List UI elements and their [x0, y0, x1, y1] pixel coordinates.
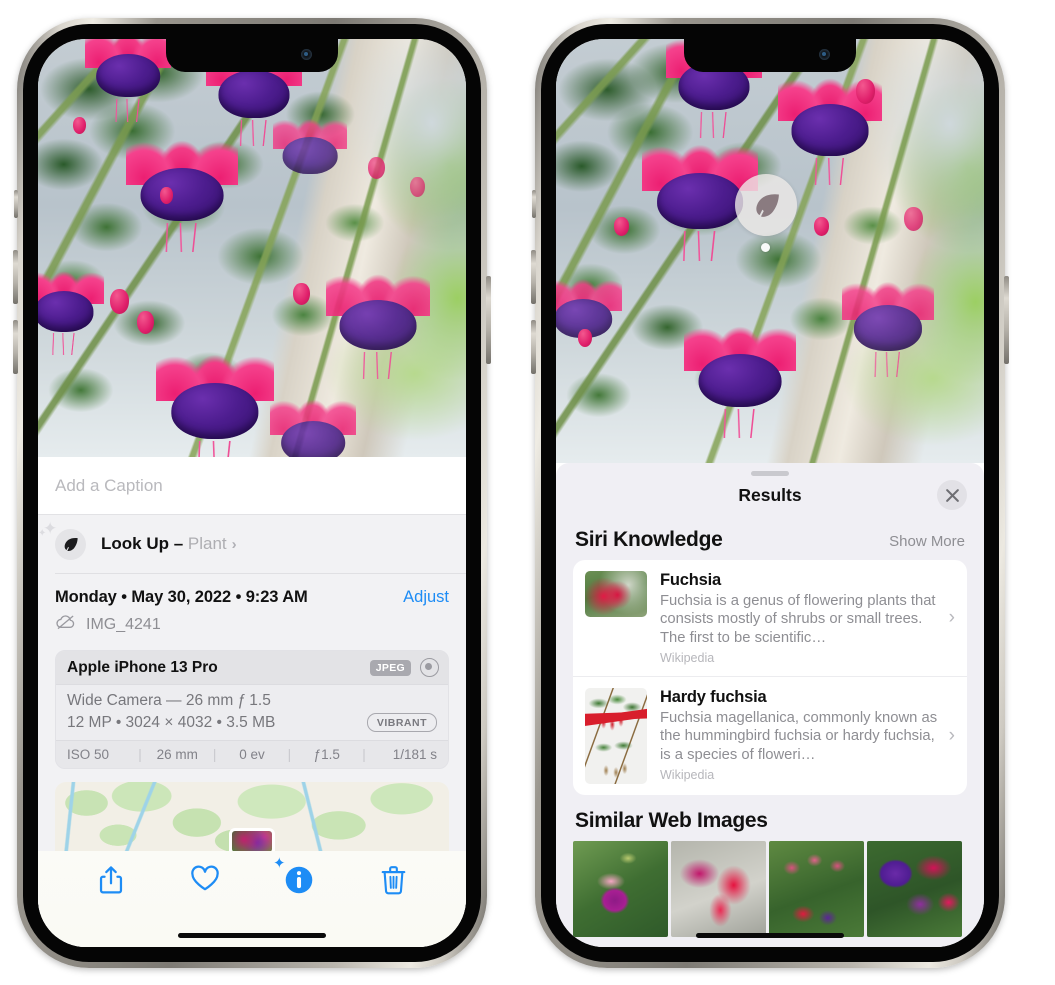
volume-up-button[interactable] [13, 250, 18, 304]
photo-date: Monday • May 30, 2022 • 9:23 AM [55, 588, 308, 606]
mute-switch[interactable] [532, 190, 536, 218]
camera-body: Wide Camera — 26 mm ƒ 1.5 12 MP • 3024 ×… [56, 685, 448, 740]
photo-viewer[interactable] [38, 39, 466, 457]
home-indicator[interactable] [696, 933, 844, 938]
specs-line: 12 MP • 3024 × 4032 • 3.5 MB [67, 713, 276, 731]
exif-iso: ISO 50 [67, 747, 110, 762]
exif-ev: 0 ev [239, 747, 265, 762]
results-panel: Results Siri Knowledge Show More Fuchsia… [556, 463, 984, 947]
left-phone-screen: Add a Caption ✦ ✦ Look Up – Plant › Mond… [38, 39, 466, 947]
exif-aperture: ƒ1.5 [313, 747, 340, 762]
volume-down-button[interactable] [531, 320, 536, 374]
siri-knowledge-title: Siri Knowledge [575, 528, 723, 551]
exif-row: ISO 50 | 26 mm | 0 ev | ƒ1.5 | 1/181 s [56, 740, 448, 768]
favorite-button[interactable] [158, 865, 252, 892]
results-header: Results [556, 476, 984, 518]
camera-model: Apple iPhone 13 Pro [67, 658, 218, 676]
close-button[interactable] [937, 480, 967, 510]
volume-down-button[interactable] [13, 320, 18, 374]
notch [684, 39, 856, 72]
exif-shutter: 1/181 s [392, 747, 437, 762]
chevron-right-icon: › [948, 607, 955, 629]
result-title: Fuchsia [660, 571, 721, 589]
share-button[interactable] [64, 865, 158, 895]
result-description: Fuchsia magellanica, commonly known as t… [660, 710, 938, 763]
result-source: Wikipedia [660, 651, 715, 666]
date-row: Monday • May 30, 2022 • 9:23 AM IMG_4241 [38, 574, 466, 635]
camera-info-card: Apple iPhone 13 Pro JPEG Wide Camera — 2… [55, 650, 449, 769]
file-name: IMG_4241 [86, 615, 161, 633]
look-up-kind: Plant [187, 534, 227, 553]
look-up-anchor-dot [761, 243, 770, 252]
chevron-right-icon: › [948, 725, 955, 747]
camera-header: Apple iPhone 13 Pro JPEG [56, 651, 448, 685]
home-indicator[interactable] [178, 933, 326, 938]
map-photo-pin[interactable] [229, 828, 275, 852]
left-phone: Add a Caption ✦ ✦ Look Up – Plant › Mond… [13, 18, 491, 968]
location-map[interactable] [55, 782, 449, 852]
screenshot-stage: Add a Caption ✦ ✦ Look Up – Plant › Mond… [0, 0, 1055, 985]
sparkle-icon: ✦ [273, 855, 286, 872]
similar-web-images-title: Similar Web Images [575, 809, 768, 833]
result-title: Hardy fuchsia [660, 688, 767, 707]
cloud-slash-icon [55, 614, 77, 635]
delete-button[interactable] [346, 865, 440, 895]
photo-viewer[interactable] [556, 39, 984, 463]
results-title: Results [738, 485, 802, 505]
map-pin-thumbnail [232, 831, 272, 852]
look-up-badge[interactable] [735, 174, 797, 236]
result-description: Fuchsia is a genus of flowering plants t… [660, 593, 936, 646]
result-source: Wikipedia [660, 768, 715, 783]
right-phone-screen: Results Siri Knowledge Show More Fuchsia… [556, 39, 984, 947]
exif-focal: 26 mm [156, 747, 198, 762]
notch [166, 39, 338, 72]
mute-switch[interactable] [14, 190, 18, 218]
show-more-button[interactable]: Show More [889, 533, 965, 550]
list-item[interactable]: Fuchsia Fuchsia is a genus of flowering … [573, 560, 967, 676]
style-badge: VIBRANT [366, 713, 437, 732]
result-thumbnail [585, 688, 647, 785]
look-up-dash: – [169, 534, 188, 553]
similar-image-tile[interactable] [769, 841, 864, 938]
aperture-icon [420, 658, 439, 677]
sparkles-icon: ✦ ✦ [38, 518, 58, 539]
photo-blossoms [556, 39, 984, 463]
result-thumbnail [585, 571, 647, 617]
file-row: IMG_4241 [55, 614, 403, 635]
similar-image-tile[interactable] [573, 841, 668, 938]
info-button[interactable]: ✦ [252, 856, 346, 895]
chevron-right-icon: › [231, 536, 237, 553]
volume-up-button[interactable] [531, 250, 536, 304]
list-item[interactable]: Hardy fuchsia Fuchsia magellanica, commo… [573, 676, 967, 795]
photo-blossoms [38, 39, 466, 457]
format-badge: JPEG [369, 659, 411, 676]
front-camera [301, 49, 312, 60]
caption-input[interactable]: Add a Caption [38, 457, 466, 515]
leaf-icon: ✦ ✦ [38, 520, 86, 560]
look-up-row[interactable]: ✦ ✦ Look Up – Plant › [38, 515, 466, 573]
adjust-button[interactable]: Adjust [403, 588, 449, 607]
front-camera [819, 49, 830, 60]
caption-placeholder: Add a Caption [55, 475, 163, 495]
right-phone: Results Siri Knowledge Show More Fuchsia… [531, 18, 1009, 968]
power-button[interactable] [486, 276, 491, 364]
similar-image-tile[interactable] [671, 841, 766, 938]
similar-image-tile[interactable] [867, 841, 962, 938]
look-up-label: Look Up – Plant › [101, 534, 237, 554]
lens-line: Wide Camera — 26 mm ƒ 1.5 [67, 692, 271, 709]
siri-knowledge-list: Fuchsia Fuchsia is a genus of flowering … [573, 560, 967, 796]
siri-knowledge-header: Siri Knowledge Show More [556, 518, 984, 560]
similar-web-images-row[interactable] [556, 841, 984, 938]
power-button[interactable] [1004, 276, 1009, 364]
look-up-title: Look Up [101, 534, 169, 553]
